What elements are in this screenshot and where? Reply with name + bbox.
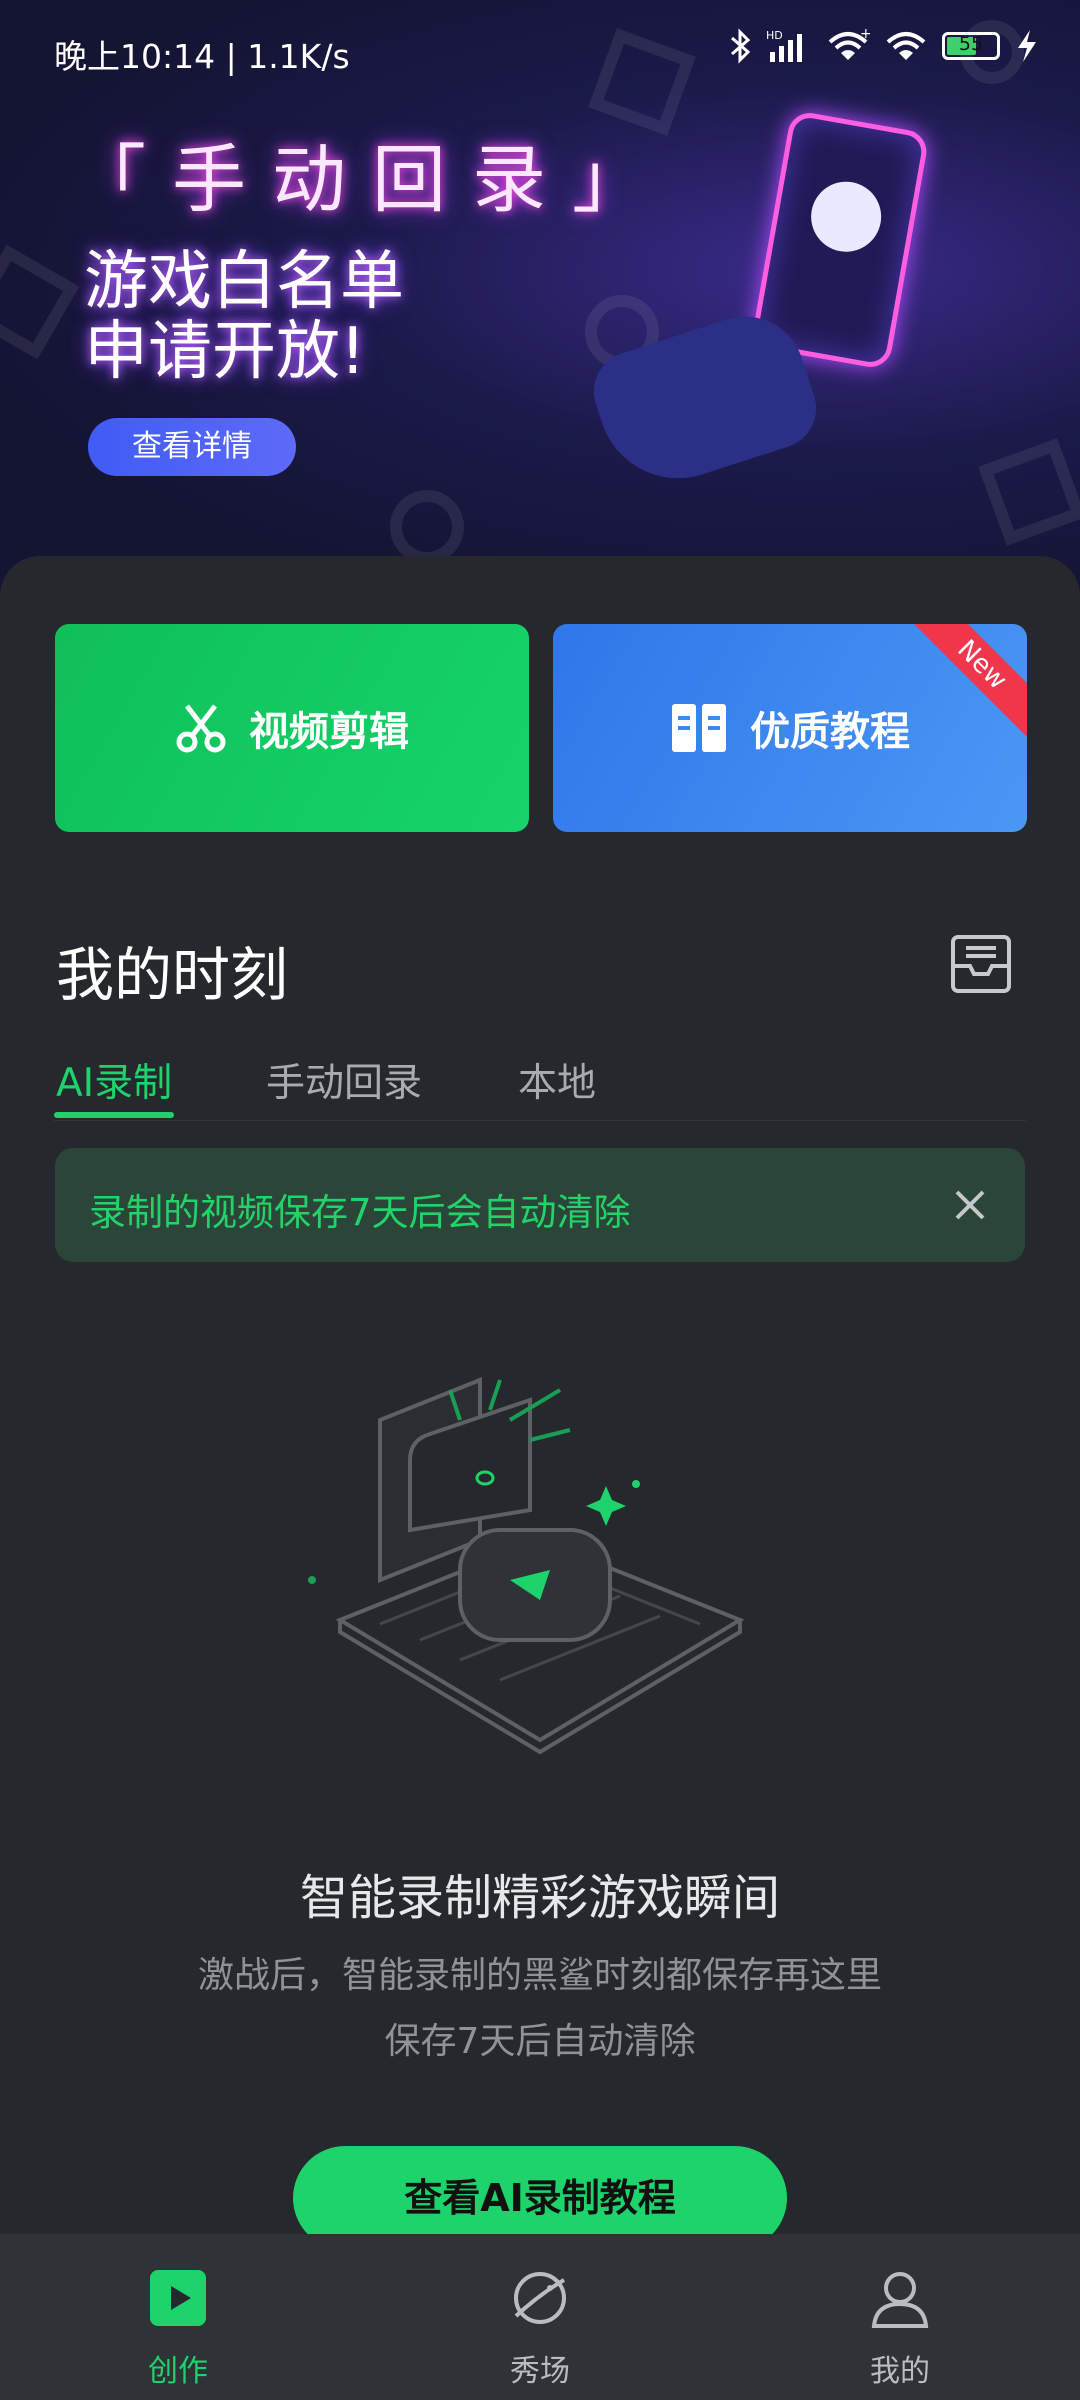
banner-title: 「手动回录」 [72,137,672,223]
decor-square [978,438,1080,546]
status-icons: HD + 55 [728,28,1040,64]
planet-icon [514,2272,566,2324]
svg-text:+: + [860,28,870,42]
empty-state-illustration [308,1377,745,1755]
nav-item-show[interactable]: 秀场 [440,2234,640,2400]
battery-level: 55 [958,33,984,55]
scissors-icon [176,704,226,753]
banner-details-button[interactable]: 查看详情 [88,418,296,476]
video-edit-label: 视频剪辑 [249,709,409,755]
decor-square [0,244,80,360]
nav-label: 秀场 [510,2354,570,2389]
tab-ai-record[interactable]: AI录制 [56,1052,172,1108]
empty-state-desc-2: 保存7天后自动清除 [384,2021,696,2062]
nav-label: 我的 [870,2354,930,2389]
user-icon [871,2272,929,2328]
empty-state-desc-1: 激战后，智能录制的黑鲨时刻都保存再这里 [197,1955,882,1996]
empty-state-title: 智能录制精彩游戏瞬间 [299,1870,780,1926]
status-bar: 晚上10:14 | 1.1K/s HD + 55 [0,0,1080,104]
play-square-icon [150,2270,206,2326]
battery-icon: 55 [942,32,1000,60]
new-badge: New [908,624,1027,739]
active-tab-indicator [54,1112,174,1118]
tutorials-card[interactable]: 优质教程 New [553,624,1027,832]
nav-label: 创作 [148,2354,208,2389]
auto-delete-notice: 录制的视频保存7天后会自动清除 [55,1148,1025,1262]
bluetooth-icon [731,28,751,64]
wifi-icon: + [828,28,870,60]
inbox-icon[interactable] [950,934,1012,994]
svg-text:HD: HD [766,29,783,42]
record-disc-icon [805,176,887,258]
banner-line-2: 申请开放! [84,315,366,389]
nav-item-create[interactable]: 创作 [78,2234,278,2400]
video-edit-card[interactable]: 视频剪辑 [55,624,529,832]
tutorials-label: 优质教程 [750,709,910,755]
charging-icon [1018,30,1036,62]
tab-divider [54,1120,1026,1121]
nav-item-mine[interactable]: 我的 [800,2234,1000,2400]
bottom-nav: 创作 秀场 我的 [0,2234,1080,2400]
status-time: 晚上10:14 | 1.1K/s [54,37,350,76]
decor-ring [390,490,464,564]
book-icon [672,704,726,752]
section-title: 我的时刻 [56,941,289,1009]
close-icon[interactable] [945,1180,995,1230]
tab-manual-record[interactable]: 手动回录 [266,1052,422,1108]
notice-text: 录制的视频保存7天后会自动清除 [89,1191,631,1234]
hd-signal-icon: HD [766,29,802,62]
wifi-icon [886,32,926,60]
tab-local[interactable]: 本地 [518,1052,596,1108]
